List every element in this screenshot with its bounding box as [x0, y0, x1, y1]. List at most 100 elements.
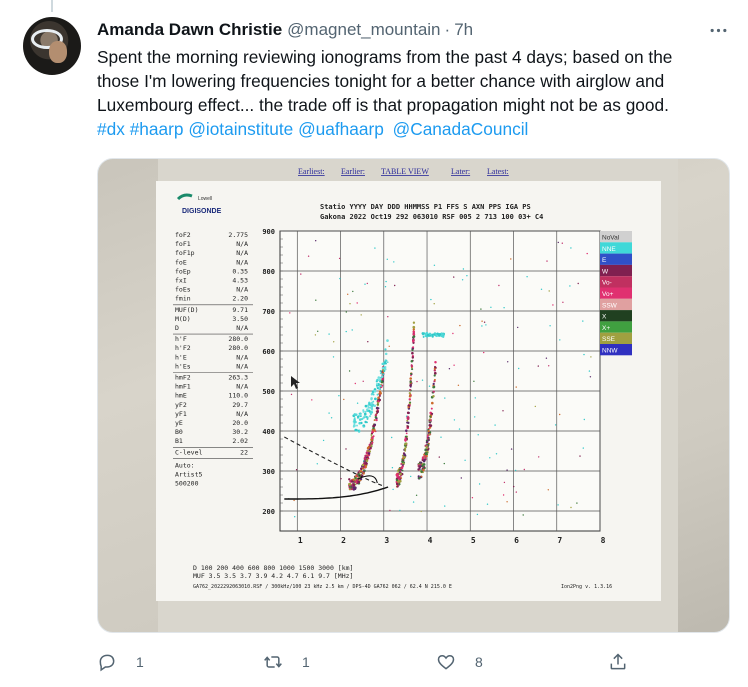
echo-point [402, 463, 404, 466]
tweet[interactable]: Amanda Dawn Christie @magnet_mountain · … [0, 0, 748, 687]
noise-point [474, 416, 476, 418]
echo-point [404, 449, 407, 452]
noise-point [498, 284, 500, 287]
noise-point [576, 502, 578, 504]
echo-point [377, 376, 381, 379]
echo-point [404, 437, 407, 440]
noise-point [428, 385, 431, 387]
echo-point [367, 452, 371, 455]
author-handle[interactable]: @magnet_mountain [287, 20, 440, 40]
like-button[interactable]: 8 [436, 650, 483, 674]
echo-point [379, 376, 382, 379]
echo-point [419, 465, 422, 468]
color-legend: NoVal NNE EW Vo- Vo+ SSW X X+ SSE NNW [600, 231, 632, 356]
retweet-button[interactable]: 1 [263, 650, 310, 674]
echo-point [376, 410, 379, 414]
noise-point [464, 459, 466, 461]
noise-point [506, 469, 508, 471]
noise-point [554, 424, 557, 426]
noise-point [473, 380, 475, 382]
param-value: 20.0 [232, 419, 248, 427]
echo-point [363, 412, 367, 416]
nav-earlier[interactable]: Earlier: [341, 167, 365, 176]
echo-point [432, 385, 436, 389]
noise-point [453, 276, 455, 278]
echo-point [405, 429, 408, 432]
noise-point [590, 356, 592, 358]
echo-point [400, 466, 403, 469]
echo-point [395, 478, 399, 482]
hashtag-dx[interactable]: #dx [97, 119, 125, 139]
echo-point [358, 421, 362, 425]
param-value: 2.775 [228, 231, 248, 239]
noise-point [338, 395, 340, 397]
echo-point [363, 414, 367, 418]
mention-uafhaarp[interactable]: @uafhaarp [298, 119, 384, 139]
echo-point [422, 335, 425, 338]
echo-point [409, 385, 412, 388]
noise-point [515, 491, 517, 493]
param-name: foEs [175, 286, 191, 294]
noise-point [569, 285, 571, 287]
mention-canadacouncil[interactable]: @CanadaCouncil [393, 119, 529, 139]
reply-button[interactable]: 1 [97, 650, 144, 674]
auto-line: Artist5 [175, 470, 202, 478]
noise-point [345, 311, 347, 313]
echo-point [410, 359, 414, 363]
tweet-time[interactable]: 7h [454, 20, 473, 40]
mention-iotainstitute[interactable]: @iotainstitute [188, 119, 293, 139]
noise-point [483, 321, 486, 323]
echo-point [396, 485, 399, 488]
legend-label: Vo- [602, 280, 612, 287]
noise-point [356, 302, 358, 304]
noise-point [586, 252, 588, 255]
noise-point [430, 298, 432, 301]
param-name: foF1p [175, 249, 195, 257]
echo-point [405, 442, 408, 445]
noise-point [540, 288, 543, 290]
author-name[interactable]: Amanda Dawn Christie [97, 20, 282, 40]
noise-point [457, 384, 460, 386]
echo-point [357, 480, 360, 484]
noise-point [360, 314, 362, 316]
echo-point [427, 436, 430, 439]
noise-point [557, 241, 559, 244]
hashtag-haarp[interactable]: #haarp [130, 119, 184, 139]
noise-point [583, 353, 585, 356]
param-name: foE [175, 258, 187, 266]
more-horizontal-icon[interactable] [706, 18, 730, 42]
noise-point [459, 324, 461, 327]
echo-point [410, 372, 412, 375]
noise-point [345, 448, 347, 450]
param-value: 30.2 [232, 428, 248, 436]
noise-point [453, 364, 455, 366]
nav-latest[interactable]: Latest: [487, 167, 509, 176]
noise-point [477, 434, 479, 436]
echo-point [421, 456, 425, 459]
echo-point [437, 332, 439, 335]
noise-point [438, 456, 440, 458]
noise-point [502, 410, 504, 412]
echo-point [382, 373, 385, 376]
echo-point [377, 396, 380, 400]
tweet-photo[interactable]: Earliest: Earlier: TABLE VIEW Later: Lat… [97, 158, 730, 633]
param-value: N/A [236, 383, 248, 391]
y-tick-label: 500 [262, 388, 275, 396]
share-button[interactable] [608, 650, 628, 674]
echo-point [353, 480, 356, 483]
noise-point [386, 258, 388, 260]
noise-point [483, 351, 485, 354]
nav-later[interactable]: Later: [451, 167, 470, 176]
echo-point [378, 399, 381, 402]
avatar[interactable] [23, 17, 81, 75]
nav-table-view[interactable]: TABLE VIEW [381, 167, 429, 176]
legend-label: NNW [602, 348, 618, 355]
nav-earliest[interactable]: Earliest: [298, 167, 325, 176]
echo-point [406, 411, 410, 415]
echo-point [356, 424, 358, 427]
echo-point [423, 458, 426, 462]
noise-point [460, 477, 462, 479]
echo-point [426, 446, 429, 450]
noise-point [444, 397, 446, 399]
header-line-1: Statio YYYY DAY DDD HHMMSS P1 FFS S AXN … [320, 203, 531, 211]
